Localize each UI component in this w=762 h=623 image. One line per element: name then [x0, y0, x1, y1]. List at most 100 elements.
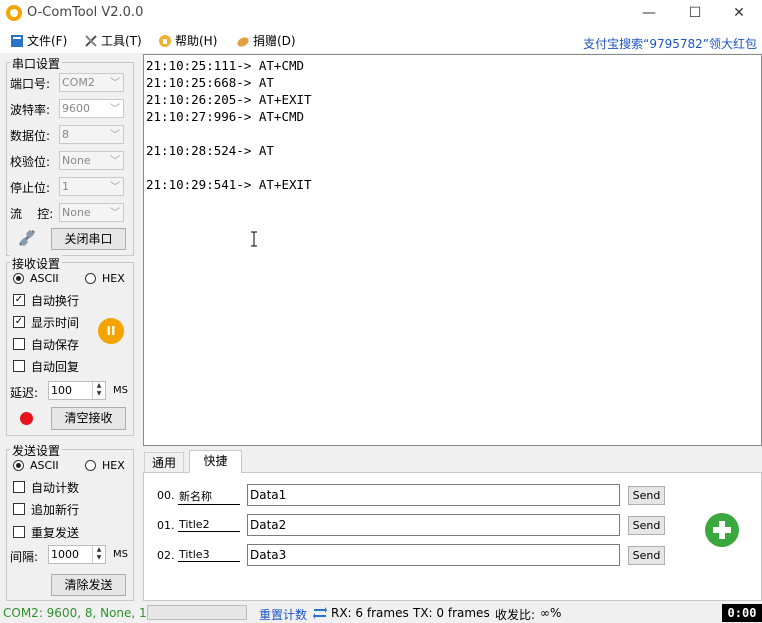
clear-send-button[interactable]: 清除发送: [51, 574, 126, 596]
menu-tools-label: 工具(T): [101, 34, 142, 48]
maximize-button[interactable]: ☐: [672, 0, 718, 27]
file-icon: [10, 34, 24, 48]
interval-label: 间隔:: [10, 550, 39, 564]
quick-row-name[interactable]: Title2: [178, 518, 240, 532]
flow-label: 流 控:: [10, 207, 54, 221]
quick-row-data-input[interactable]: Data2: [247, 514, 620, 536]
parity-select[interactable]: None ﹀: [59, 151, 124, 170]
receive-text-area[interactable]: 21:10:25:111-> AT+CMD 21:10:25:668-> AT …: [143, 54, 762, 446]
port-info: COM2: 9600, 8, None, 1: [3, 606, 147, 620]
receive-hex-label: HEX: [102, 272, 125, 285]
delay-value: 100: [51, 384, 72, 397]
minimize-button[interactable]: —: [626, 0, 672, 27]
auto-wrap-checkbox[interactable]: ✓: [13, 294, 25, 306]
auto-count-label: 自动计数: [31, 481, 80, 495]
log-line: 21:10:28:524-> AT: [146, 143, 274, 158]
stopbits-select[interactable]: 1 ﹀: [59, 177, 124, 196]
show-time-label: 显示时间: [31, 316, 80, 330]
window-title: O-ComTool V2.0.0: [27, 5, 144, 20]
baud-select[interactable]: 9600 ﹀: [59, 99, 124, 118]
menu-tools[interactable]: 工具(T): [84, 32, 142, 49]
flow-select[interactable]: None ﹀: [59, 203, 124, 222]
quick-send-button[interactable]: Send: [628, 546, 665, 565]
log-line: 21:10:26:205-> AT+EXIT: [146, 92, 312, 107]
app-logo-icon: [6, 5, 22, 21]
menu-donate-label: 捐赠(D): [253, 34, 296, 48]
tab-quick[interactable]: 快捷: [189, 450, 242, 473]
ratio-label: 收发比:: [495, 608, 536, 622]
add-quick-send-icon[interactable]: [705, 513, 739, 547]
send-hex-radio[interactable]: [85, 460, 96, 471]
close-button[interactable]: ✕: [716, 0, 762, 27]
show-time-checkbox[interactable]: ✓: [13, 316, 25, 328]
receive-settings-title: 接收设置: [10, 255, 63, 272]
stopbits-label: 停止位:: [10, 181, 51, 195]
auto-reply-label: 自动回复: [31, 360, 80, 374]
databits-label: 数据位:: [10, 129, 51, 143]
quick-row-data-input[interactable]: Data3: [247, 544, 620, 566]
clear-receive-button[interactable]: 清空接收: [51, 407, 126, 430]
stepper-arrows-icon[interactable]: ▲ ▼: [92, 382, 105, 399]
append-newline-checkbox[interactable]: [13, 503, 25, 515]
baud-value: 9600: [62, 102, 90, 115]
menu-bar: 文件(F) 工具(T) 帮助(H) 捐赠(D) 支付宝搜索“9795782”领大…: [0, 27, 762, 53]
chevron-down-icon: ﹀: [110, 208, 120, 219]
menu-help[interactable]: 帮助(H): [158, 32, 217, 49]
repeat-send-checkbox[interactable]: [13, 526, 25, 538]
interval-value: 1000: [51, 548, 79, 561]
rx-counter: RX: 6 frames: [331, 606, 409, 620]
quick-send-button[interactable]: Send: [628, 516, 665, 535]
auto-save-label: 自动保存: [31, 338, 80, 352]
append-newline-label: 追加新行: [31, 503, 80, 517]
tools-icon: [84, 34, 98, 48]
chevron-down-icon: ﹀: [110, 104, 120, 115]
stopbits-value: 1: [62, 180, 69, 193]
quick-send-button[interactable]: Send: [628, 486, 665, 505]
record-icon[interactable]: [20, 412, 33, 425]
menu-file[interactable]: 文件(F): [10, 32, 67, 49]
port-select[interactable]: COM2 ﹀: [59, 73, 124, 92]
receive-ascii-label: ASCII: [30, 272, 59, 285]
interval-stepper[interactable]: 1000 ▲ ▼: [48, 545, 106, 564]
chevron-down-icon: ﹀: [110, 78, 120, 89]
menu-help-label: 帮助(H): [175, 34, 218, 48]
delay-unit: MS: [113, 385, 128, 396]
reset-count-link[interactable]: 重置计数: [259, 606, 307, 623]
auto-save-checkbox[interactable]: [13, 338, 25, 350]
menu-donate[interactable]: 捐赠(D): [236, 32, 296, 49]
repeat-send-label: 重复发送: [31, 526, 80, 540]
progress-bar: [147, 605, 247, 620]
auto-count-checkbox[interactable]: [13, 481, 25, 493]
timer-display: 0:00: [722, 604, 762, 622]
pause-icon[interactable]: II: [98, 318, 124, 344]
tab-general[interactable]: 通用: [144, 452, 184, 472]
ratio-value: ∞%: [540, 606, 562, 620]
quick-row-name[interactable]: 新名称: [178, 488, 240, 505]
text-cursor-icon: [250, 231, 258, 247]
quick-row-number: 01.: [157, 519, 175, 532]
chevron-down-icon: ﹀: [110, 156, 120, 167]
quick-row-number: 02.: [157, 549, 175, 562]
log-line: 21:10:27:996-> AT+CMD: [146, 109, 305, 124]
quick-row-data-input[interactable]: Data1: [247, 484, 620, 506]
send-ascii-label: ASCII: [30, 459, 59, 472]
send-settings-title: 发送设置: [10, 442, 63, 459]
databits-select[interactable]: 8 ﹀: [59, 125, 124, 144]
help-icon: [158, 34, 172, 48]
title-bar: O-ComTool V2.0.0 — ☐ ✕: [0, 0, 762, 27]
send-ascii-radio[interactable]: [13, 460, 24, 471]
log-line: 21:10:25:668-> AT: [146, 75, 274, 90]
close-port-button[interactable]: 关闭串口: [51, 228, 126, 250]
chevron-down-icon: ﹀: [110, 130, 120, 141]
delay-stepper[interactable]: 100 ▲ ▼: [48, 381, 106, 400]
receive-hex-radio[interactable]: [85, 273, 96, 284]
delay-label: 延迟:: [10, 386, 39, 400]
log-line: 21:10:29:541-> AT+EXIT: [146, 177, 312, 192]
auto-reply-checkbox[interactable]: [13, 360, 25, 372]
quick-row-name[interactable]: Title3: [178, 548, 240, 562]
quick-row-number: 00.: [157, 489, 175, 502]
interval-unit: MS: [113, 549, 128, 560]
stepper-arrows-icon[interactable]: ▲ ▼: [92, 546, 105, 563]
receive-ascii-radio[interactable]: [13, 273, 24, 284]
